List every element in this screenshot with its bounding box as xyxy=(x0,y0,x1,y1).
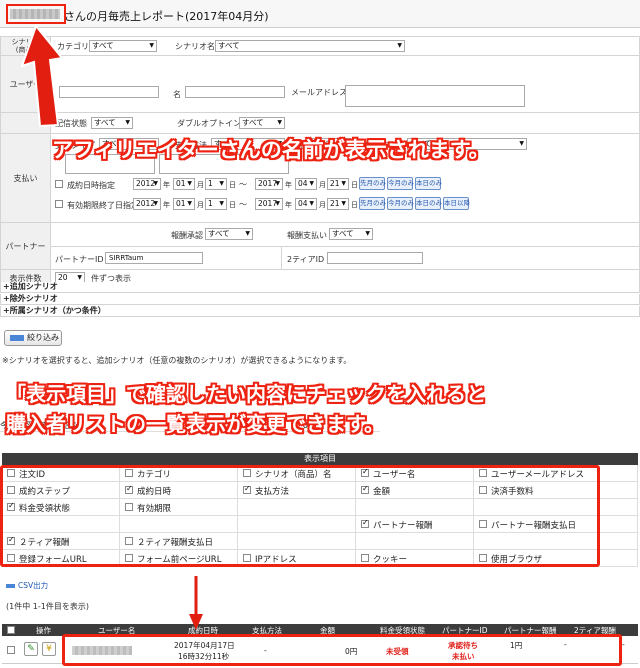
annotation-arrows xyxy=(20,23,203,630)
annotation-display-note-1: 「表示項目」で確認したい内容にチェックを入れると xyxy=(6,382,486,406)
annotation-name-note: アフィリエイターさんの名前が表示されます。 xyxy=(52,138,490,162)
arrow-up-icon xyxy=(20,23,64,128)
arrow-down-icon xyxy=(189,614,203,630)
annotation-display-note-2: 購入者リストの一覧表示が変更できます。 xyxy=(6,412,384,436)
